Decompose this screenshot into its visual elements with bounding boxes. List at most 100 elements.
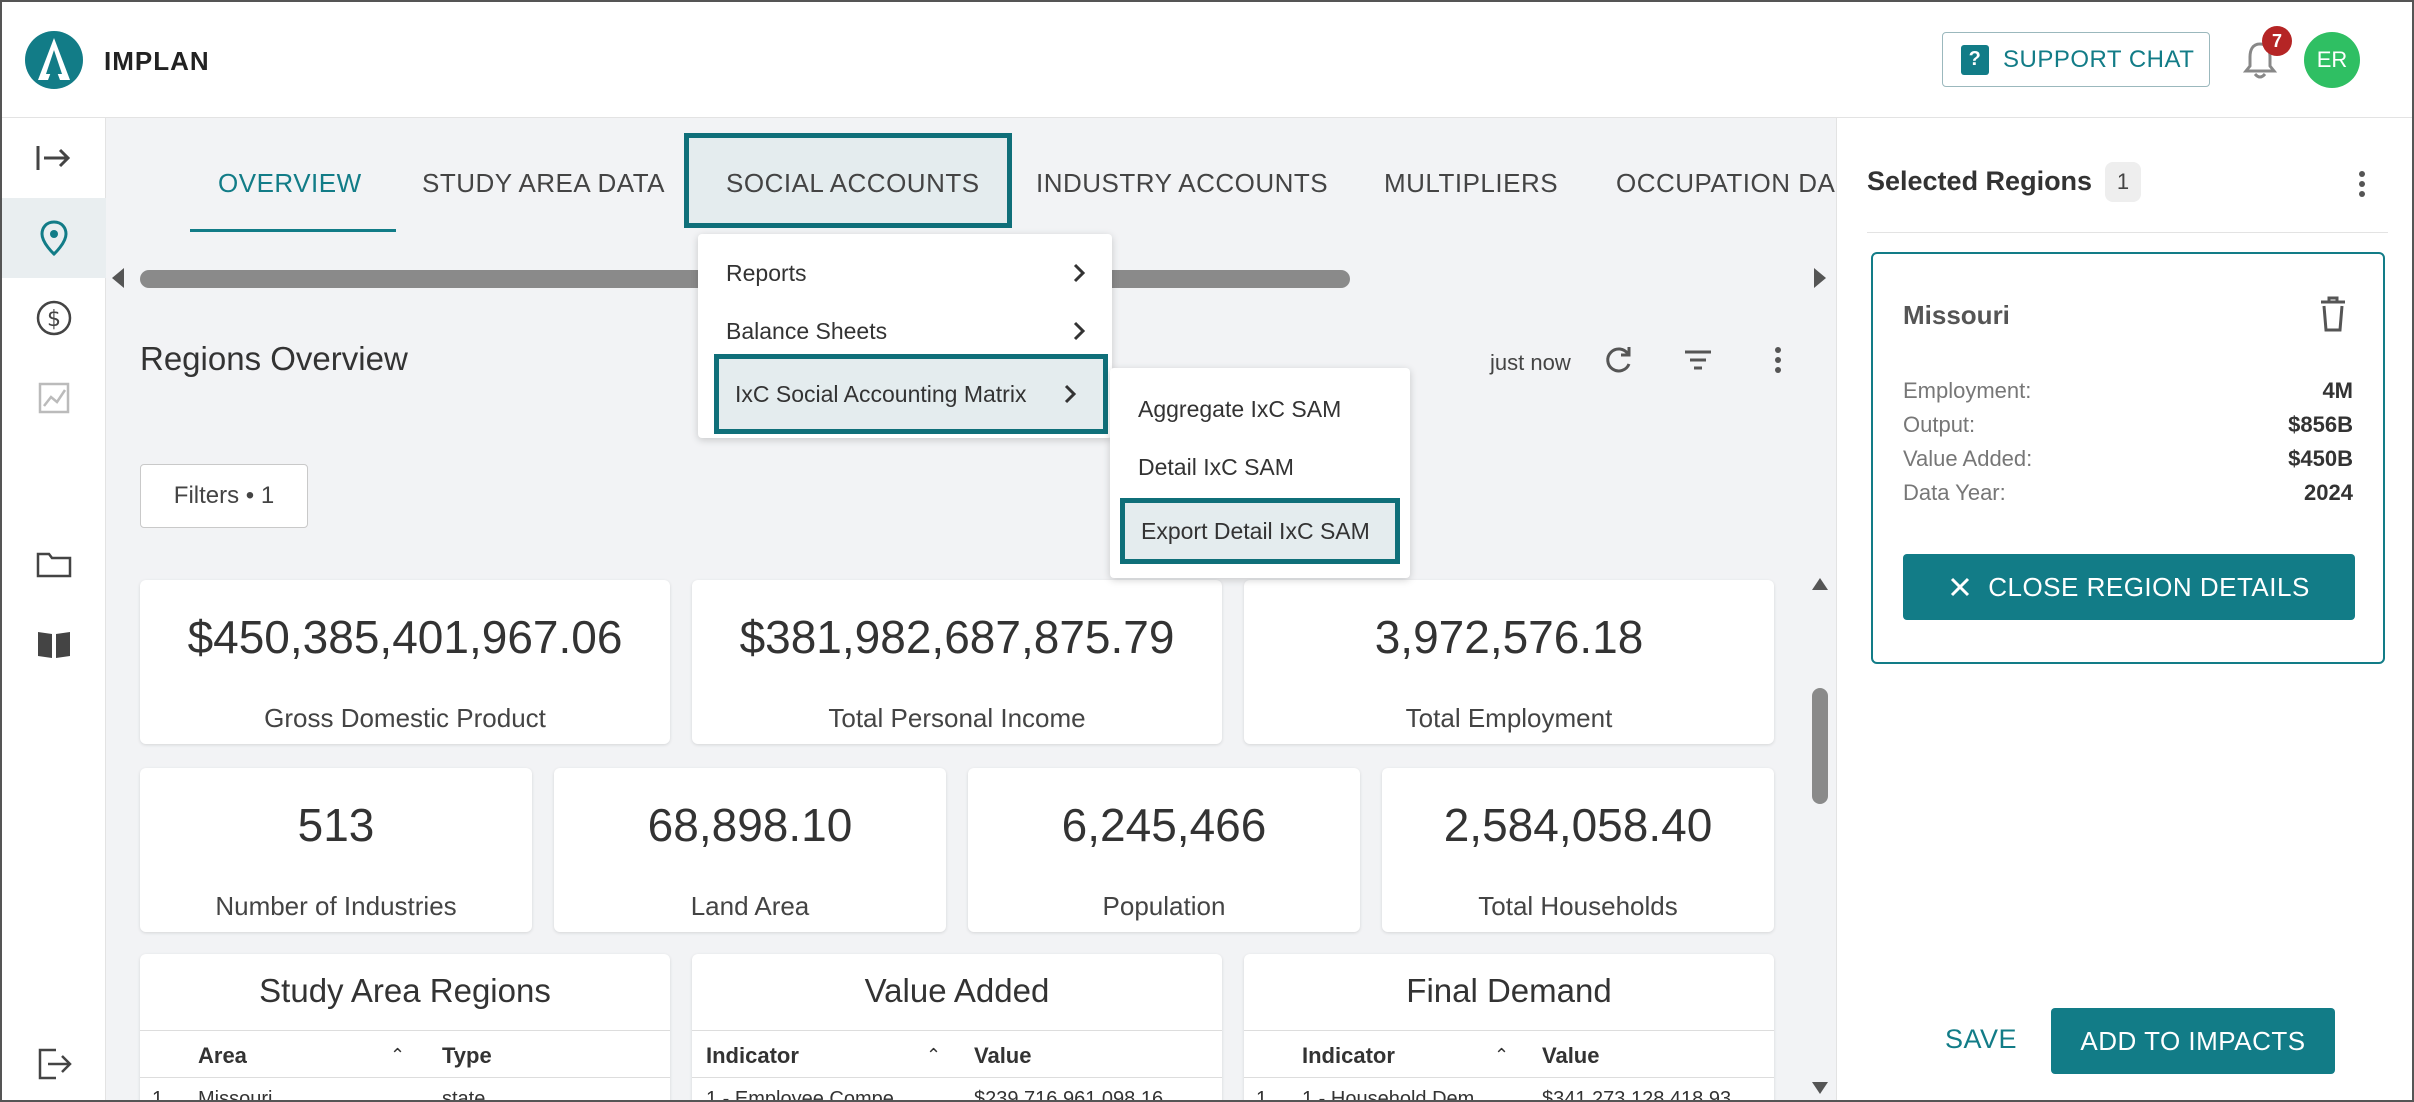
stat-value: 68,898.10 xyxy=(647,799,853,851)
field-value: 4M xyxy=(2322,378,2353,403)
stat-card-population: 6,245,466 Population xyxy=(968,768,1360,932)
column-header-value[interactable]: Value xyxy=(974,1043,1031,1069)
submenu-export-detail-ixc-sam[interactable]: Export Detail IxC SAM xyxy=(1120,498,1400,564)
logout-icon xyxy=(38,1048,72,1080)
chart-icon xyxy=(38,382,70,414)
table-header: Area ⌃ Type xyxy=(140,1030,670,1078)
filters-button[interactable]: Filters • 1 xyxy=(140,464,308,528)
table-card-value-added: Value Added Indicator ⌃ Value 1 - Employ… xyxy=(692,954,1222,1102)
filter-icon[interactable] xyxy=(1680,342,1716,378)
trash-icon[interactable] xyxy=(2315,294,2351,334)
field-key: Output: xyxy=(1903,412,1976,437)
left-nav-rail: $ xyxy=(2,118,106,1100)
table-title: Final Demand xyxy=(1406,972,1612,1009)
panel-more-options-icon[interactable] xyxy=(2347,166,2377,202)
page-scrollbar-thumb[interactable] xyxy=(1812,688,1828,804)
menu-item-label: Reports xyxy=(726,259,807,286)
menu-item-balance-sheets[interactable]: Balance Sheets xyxy=(698,302,1112,360)
column-header-value[interactable]: Value xyxy=(1542,1043,1599,1069)
table-title: Study Area Regions xyxy=(259,972,551,1009)
scroll-left-arrow-icon[interactable] xyxy=(112,268,124,288)
book-icon xyxy=(38,632,70,658)
stat-card-personal-income: $381,982,687,875.79 Total Personal Incom… xyxy=(692,580,1222,744)
nav-results[interactable] xyxy=(2,358,106,438)
tab-overview[interactable]: OVERVIEW xyxy=(218,168,362,208)
selected-count-badge: 1 xyxy=(2105,162,2141,202)
expand-nav-button[interactable] xyxy=(2,118,106,198)
scroll-right-arrow-icon[interactable] xyxy=(1814,268,1826,288)
dollar-circle-icon: $ xyxy=(36,300,72,336)
table-row[interactable]: 1 1 - Household Dem... $341,273,128,418.… xyxy=(1244,1078,1774,1102)
notification-count-badge: 7 xyxy=(2262,26,2292,56)
sort-up-icon[interactable]: ⌃ xyxy=(926,1045,941,1066)
sort-up-icon[interactable]: ⌃ xyxy=(390,1045,405,1066)
table-header: Indicator ⌃ Value xyxy=(692,1030,1222,1078)
table-title: Value Added xyxy=(864,972,1050,1009)
tab-multipliers[interactable]: MULTIPLIERS xyxy=(1384,168,1558,208)
field-key: Value Added: xyxy=(1903,446,2033,471)
field-value: $856B xyxy=(2288,412,2353,437)
chevron-right-icon xyxy=(1064,384,1077,404)
stat-label: Land Area xyxy=(690,891,810,921)
expand-arrow-icon xyxy=(36,146,71,170)
close-region-details-button[interactable]: CLOSE REGION DETAILS xyxy=(1903,554,2355,620)
social-accounts-dropdown: Reports Balance Sheets IxC Social Accoun… xyxy=(698,234,1112,438)
region-field-value-added: Value Added: $450B xyxy=(1903,446,2353,472)
table-row[interactable]: 1 Missouri state xyxy=(140,1078,670,1102)
top-bar: IMPLAN ? SUPPORT CHAT 7 ER xyxy=(2,2,2412,118)
add-to-impacts-button[interactable]: ADD TO IMPACTS xyxy=(2051,1008,2335,1074)
column-header-area[interactable]: Area xyxy=(198,1043,247,1069)
row-index: 1 xyxy=(1256,1088,1268,1102)
save-button[interactable]: SAVE xyxy=(1945,1024,2017,1055)
tab-industry-accounts[interactable]: INDUSTRY ACCOUNTS xyxy=(1036,168,1328,208)
region-field-data-year: Data Year: 2024 xyxy=(1903,480,2353,506)
stat-label: Total Employment xyxy=(1405,703,1613,733)
cell-area: Missouri xyxy=(198,1088,273,1102)
logout-button[interactable] xyxy=(2,1024,106,1100)
menu-item-reports[interactable]: Reports xyxy=(698,244,1112,302)
submenu-aggregate-ixc-sam[interactable]: Aggregate IxC SAM xyxy=(1110,380,1410,438)
table-card-final-demand: Final Demand Indicator ⌃ Value 1 1 - Hou… xyxy=(1244,954,1774,1102)
tab-social-accounts[interactable]: SOCIAL ACCOUNTS xyxy=(726,168,980,208)
stat-value: $381,982,687,875.79 xyxy=(739,611,1175,663)
scroll-up-arrow-icon[interactable] xyxy=(1812,578,1828,590)
scroll-down-arrow-icon[interactable] xyxy=(1812,1082,1828,1094)
implan-logo-icon xyxy=(25,31,83,89)
stat-label: Population xyxy=(1102,891,1226,921)
refresh-icon[interactable] xyxy=(1600,342,1636,378)
nav-help[interactable] xyxy=(2,604,106,684)
submenu-detail-ixc-sam[interactable]: Detail IxC SAM xyxy=(1110,438,1410,496)
location-pin-icon xyxy=(40,220,68,257)
column-header-type[interactable]: Type xyxy=(442,1043,492,1069)
cell-indicator: 1 - Household Dem... xyxy=(1302,1088,1491,1102)
nav-impacts[interactable]: $ xyxy=(2,278,106,358)
column-header-indicator[interactable]: Indicator xyxy=(706,1043,799,1069)
stat-value: 513 xyxy=(297,799,375,851)
more-options-icon[interactable] xyxy=(1760,342,1796,378)
panel-divider xyxy=(1867,232,2388,233)
active-tab-indicator xyxy=(190,229,396,232)
support-chat-label: SUPPORT CHAT xyxy=(2003,45,2195,73)
nav-projects[interactable] xyxy=(2,524,106,604)
sort-up-icon[interactable]: ⌃ xyxy=(1494,1045,1509,1066)
help-icon: ? xyxy=(1961,44,1989,75)
stat-value: 2,584,058.40 xyxy=(1443,799,1713,851)
page-scrollbar[interactable] xyxy=(1806,578,1836,1100)
main-content: OVERVIEW STUDY AREA DATA SOCIAL ACCOUNTS… xyxy=(106,118,1836,1102)
table-row[interactable]: 1 - Employee Compe... $239,716,961,098.1… xyxy=(692,1078,1222,1102)
field-key: Data Year: xyxy=(1903,480,2006,505)
user-avatar[interactable]: ER xyxy=(2304,32,2360,88)
selected-regions-panel: Selected Regions 1 Missouri Employment: … xyxy=(1836,118,2412,1100)
region-card: Missouri Employment: 4M Output: $856B Va… xyxy=(1871,252,2385,664)
menu-item-ixc-sam[interactable]: IxC Social Accounting Matrix xyxy=(714,354,1108,434)
tab-study-area-data[interactable]: STUDY AREA DATA xyxy=(422,168,665,208)
support-chat-button[interactable]: ? SUPPORT CHAT xyxy=(1942,32,2210,87)
stat-label: Total Personal Income xyxy=(828,703,1086,733)
column-header-indicator[interactable]: Indicator xyxy=(1302,1043,1395,1069)
tab-occupation-data[interactable]: OCCUPATION DA xyxy=(1616,168,1835,208)
folder-icon xyxy=(36,552,72,578)
cell-type: state xyxy=(442,1088,486,1102)
nav-regions[interactable] xyxy=(2,198,106,278)
cell-indicator: 1 - Employee Compe... xyxy=(706,1088,911,1102)
cell-value: $239,716,961,098.16 xyxy=(974,1088,1164,1102)
